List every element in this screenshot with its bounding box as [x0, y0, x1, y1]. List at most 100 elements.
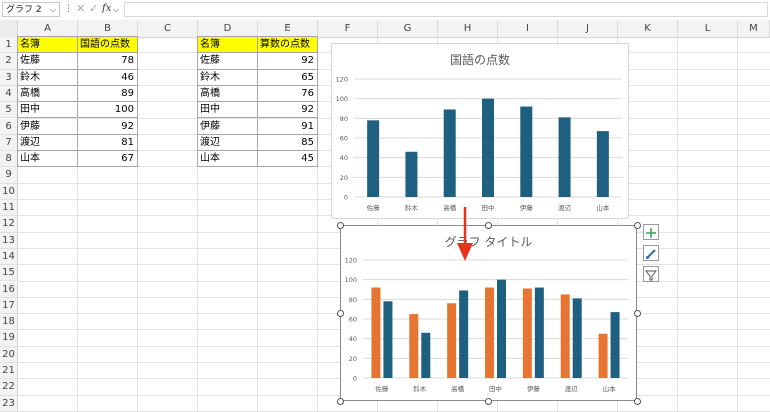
y-tick-label: 60 — [349, 316, 357, 324]
row-header-1[interactable]: 1 — [0, 37, 18, 54]
row-header-22[interactable]: 22 — [0, 379, 18, 396]
row-header-10[interactable]: 10 — [0, 183, 18, 200]
bar — [596, 131, 609, 197]
bar — [598, 333, 608, 378]
formula-expand-icon[interactable]: ⌵ — [113, 2, 119, 17]
table-cell[interactable]: 92 — [258, 102, 318, 119]
row-header-21[interactable]: 21 — [0, 363, 18, 380]
y-tick-label: 20 — [340, 174, 348, 182]
row-header-3[interactable]: 3 — [0, 69, 18, 86]
table-header-cell[interactable]: 名簿 — [18, 37, 78, 54]
resize-handle[interactable] — [485, 397, 492, 405]
table-header-cell[interactable]: 算数の点数 — [258, 37, 318, 54]
column-header-I[interactable]: I — [498, 20, 558, 37]
row-header-8[interactable]: 8 — [0, 151, 18, 168]
chart-filters-button[interactable] — [643, 266, 659, 282]
column-header-D[interactable]: D — [198, 20, 258, 37]
column-header-B[interactable]: B — [78, 20, 138, 37]
column-header-J[interactable]: J — [558, 20, 618, 37]
y-tick-label: 40 — [349, 335, 357, 343]
table-cell[interactable]: 92 — [258, 53, 318, 70]
column-header-L[interactable]: L — [678, 20, 738, 37]
bar — [520, 106, 533, 197]
table-cell[interactable]: 100 — [78, 102, 138, 119]
row-header-13[interactable]: 13 — [0, 232, 18, 249]
name-box-dropdown-icon[interactable]: ⌵ — [50, 2, 56, 17]
column-header-H[interactable]: H — [438, 20, 498, 37]
table-header-cell[interactable]: 国語の点数 — [78, 37, 138, 54]
cancel-icon[interactable]: ✕ — [76, 1, 85, 17]
enter-check-icon[interactable]: ✓ — [89, 1, 98, 17]
row-header-4[interactable]: 4 — [0, 85, 18, 103]
table-header-cell[interactable]: 名簿 — [198, 37, 258, 54]
column-header-G[interactable]: G — [378, 20, 438, 37]
table-cell[interactable]: 渡辺 — [18, 134, 78, 152]
x-tick-label: 田中 — [482, 203, 495, 212]
row-header-7[interactable]: 7 — [0, 134, 18, 152]
table-cell[interactable]: 高橋 — [18, 85, 78, 103]
row-header-18[interactable]: 18 — [0, 314, 18, 331]
column-header-E[interactable]: E — [258, 20, 318, 37]
row-header-17[interactable]: 17 — [0, 297, 18, 315]
table-cell[interactable]: 田中 — [198, 102, 258, 119]
resize-handle[interactable] — [485, 221, 492, 229]
column-header-F[interactable]: F — [318, 20, 378, 37]
resize-handle[interactable] — [336, 397, 344, 405]
table-cell[interactable]: 伊藤 — [18, 118, 78, 135]
table-cell[interactable]: 76 — [258, 85, 318, 103]
row-header-5[interactable]: 5 — [0, 102, 18, 119]
table-cell[interactable]: 山本 — [18, 151, 78, 168]
more-options-icon[interactable]: ⋮ — [64, 2, 73, 17]
insert-function-icon[interactable]: fx — [102, 1, 111, 17]
chart-elements-button[interactable] — [643, 224, 659, 240]
table-cell[interactable]: 91 — [258, 118, 318, 135]
row-header-6[interactable]: 6 — [0, 118, 18, 135]
table-cell[interactable]: 渡辺 — [198, 134, 258, 152]
bar — [482, 98, 494, 197]
row-header-14[interactable]: 14 — [0, 248, 18, 266]
column-header-C[interactable]: C — [138, 20, 198, 37]
resize-handle[interactable] — [633, 397, 641, 405]
formula-input[interactable] — [124, 2, 768, 17]
table-cell[interactable]: 鈴木 — [198, 69, 258, 86]
table-cell[interactable]: 81 — [78, 134, 138, 152]
chart-combined[interactable]: グラフ タイトル 0 20 40 60 80 100 120 佐藤 鈴木 高橋 田中 伊藤 渡辺 山本 — [340, 225, 637, 401]
row-header-2[interactable]: 2 — [0, 53, 18, 70]
y-tick-label: 80 — [340, 115, 348, 123]
table-cell[interactable]: 山本 — [198, 151, 258, 168]
row-header-15[interactable]: 15 — [0, 265, 18, 282]
table-cell[interactable]: 67 — [78, 151, 138, 168]
x-tick-label: 鈴木 — [413, 384, 427, 393]
row-header-16[interactable]: 16 — [0, 281, 18, 298]
row-header-12[interactable]: 12 — [0, 216, 18, 233]
chart-styles-button[interactable] — [643, 245, 659, 261]
chart-kokugo[interactable]: 国語の点数 0 20 40 60 80 100 120 佐藤 鈴木 高橋 田中 伊藤 渡辺 山本 — [331, 43, 629, 219]
table-cell[interactable]: 鈴木 — [18, 69, 78, 86]
table-cell[interactable]: 佐藤 — [18, 53, 78, 70]
table-cell[interactable]: 佐藤 — [198, 53, 258, 70]
select-all-corner[interactable] — [0, 20, 18, 37]
resize-handle[interactable] — [633, 309, 641, 317]
row-header-11[interactable]: 11 — [0, 200, 18, 217]
row-header-23[interactable]: 23 — [0, 395, 18, 412]
column-header-K[interactable]: K — [618, 20, 678, 37]
table-cell[interactable]: 92 — [78, 118, 138, 135]
table-cell[interactable]: 85 — [258, 134, 318, 152]
row-header-19[interactable]: 19 — [0, 330, 18, 347]
table-cell[interactable]: 89 — [78, 85, 138, 103]
resize-handle[interactable] — [336, 221, 344, 229]
table-cell[interactable]: 78 — [78, 53, 138, 70]
column-header-M[interactable]: M — [738, 20, 770, 37]
row-header-20[interactable]: 20 — [0, 346, 18, 363]
table-cell[interactable]: 高橋 — [198, 85, 258, 103]
column-header-A[interactable]: A — [18, 20, 78, 37]
resize-handle[interactable] — [633, 221, 641, 229]
table-cell[interactable]: 伊藤 — [198, 118, 258, 135]
table-cell[interactable]: 田中 — [18, 102, 78, 119]
bar — [443, 109, 456, 197]
table-cell[interactable]: 45 — [258, 151, 318, 168]
row-header-9[interactable]: 9 — [0, 167, 18, 184]
table-cell[interactable]: 46 — [78, 69, 138, 86]
table-cell[interactable]: 65 — [258, 69, 318, 86]
resize-handle[interactable] — [336, 309, 344, 317]
